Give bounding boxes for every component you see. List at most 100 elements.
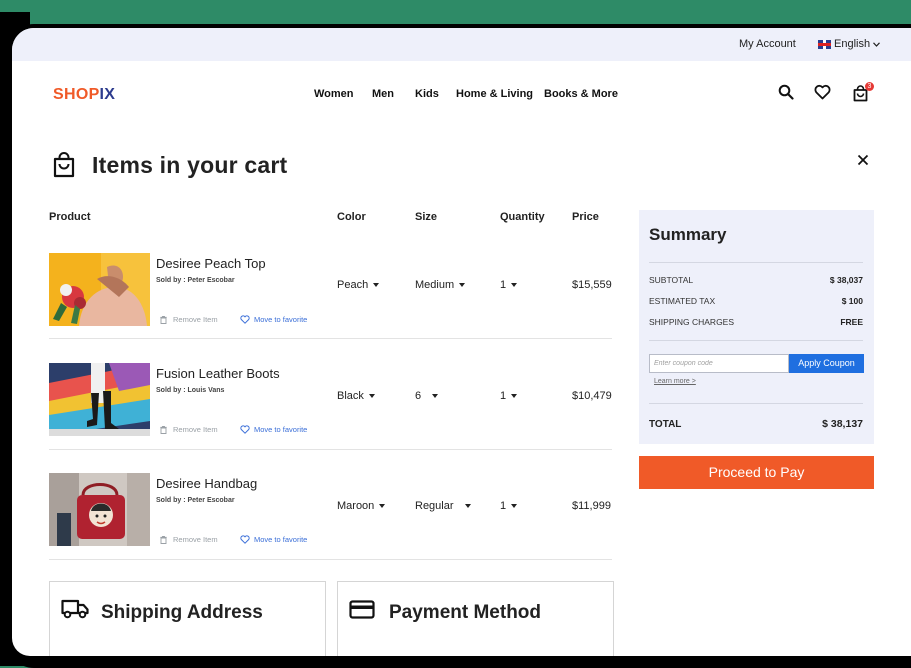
cart-count-badge: 3 <box>865 82 874 91</box>
move-to-favorite-label: Move to favorite <box>254 425 308 434</box>
close-icon[interactable] <box>857 154 869 166</box>
caret-down-icon <box>511 504 518 508</box>
logo-part-ix: IX <box>99 86 116 103</box>
nav-home-living[interactable]: Home & Living <box>456 88 533 100</box>
apply-coupon-button[interactable]: Apply Coupon <box>789 354 864 373</box>
uk-flag-icon <box>818 39 831 49</box>
color-value: Maroon <box>337 500 375 512</box>
subtotal-value: $ 38,037 <box>829 275 863 285</box>
credit-card-icon <box>349 600 375 619</box>
remove-item-button[interactable]: Remove Item <box>160 535 218 544</box>
coupon-code-input[interactable] <box>649 354 789 373</box>
truck-icon <box>61 599 89 619</box>
color-value: Black <box>337 390 364 402</box>
nav-women[interactable]: Women <box>314 88 354 100</box>
payment-method-section[interactable]: Payment Method <box>337 581 614 656</box>
header-quantity: Quantity <box>500 211 545 223</box>
quantity-select[interactable]: 1 <box>500 500 518 512</box>
size-select[interactable]: 6 <box>415 390 439 402</box>
product-image-handbag[interactable] <box>49 473 150 546</box>
header-product: Product <box>49 211 91 223</box>
app-screen: My Account English SHOPIX Women Men Kids… <box>12 28 911 656</box>
shopix-logo[interactable]: SHOPIX <box>53 86 115 104</box>
heart-outline-icon <box>240 315 250 324</box>
nav-men[interactable]: Men <box>372 88 394 100</box>
remove-item-label: Remove Item <box>173 535 218 544</box>
summary-divider <box>649 403 863 404</box>
product-seller: Sold by : Louis Vans <box>156 387 225 394</box>
size-value: Regular <box>415 500 454 512</box>
quantity-value: 1 <box>500 500 507 512</box>
color-select[interactable]: Maroon <box>337 500 386 512</box>
total-value: $ 38,137 <box>822 418 863 430</box>
product-name[interactable]: Fusion Leather Boots <box>156 366 280 381</box>
language-selector[interactable]: English <box>818 38 881 50</box>
top-utility-bar: My Account English <box>12 28 911 61</box>
caret-down-icon <box>459 283 466 287</box>
remove-item-button[interactable]: Remove Item <box>160 425 218 434</box>
shopping-bag-icon <box>53 152 75 178</box>
trash-icon <box>160 535 167 544</box>
caret-down-icon <box>511 283 518 287</box>
language-label: English <box>834 38 871 50</box>
caret-down-icon <box>379 504 386 508</box>
row-divider <box>49 449 612 450</box>
color-value: Peach <box>337 279 369 291</box>
payment-method-title: Payment Method <box>389 602 542 623</box>
total-label: TOTAL <box>649 419 682 430</box>
summary-divider <box>649 340 863 341</box>
subtotal-label: SUBTOTAL <box>649 275 694 285</box>
trash-icon <box>160 315 167 324</box>
quantity-select[interactable]: 1 <box>500 279 518 291</box>
nav-kids[interactable]: Kids <box>415 88 439 100</box>
shipping-address-title: Shipping Address <box>101 602 263 623</box>
heart-icon[interactable] <box>814 84 831 100</box>
chevron-down-icon <box>873 41 881 47</box>
item-price: $11,999 <box>572 500 611 512</box>
move-to-favorite-label: Move to favorite <box>254 315 308 324</box>
product-name[interactable]: Desiree Peach Top <box>156 256 266 271</box>
header-color: Color <box>337 211 366 223</box>
shipping-address-section[interactable]: Shipping Address <box>49 581 326 656</box>
move-to-favorite-button[interactable]: Move to favorite <box>240 315 307 324</box>
logo-part-shop: SHOP <box>53 86 100 103</box>
remove-item-button[interactable]: Remove Item <box>160 315 218 324</box>
quantity-select[interactable]: 1 <box>500 390 518 402</box>
remove-item-label: Remove Item <box>173 315 218 324</box>
tax-value: $ 100 <box>841 296 863 306</box>
header-size: Size <box>415 211 438 223</box>
size-select[interactable]: Medium <box>415 279 466 291</box>
product-name[interactable]: Desiree Handbag <box>156 476 257 491</box>
caret-down-icon <box>432 394 439 398</box>
move-to-favorite-button[interactable]: Move to favorite <box>240 425 307 434</box>
order-summary-panel: Summary SUBTOTAL $ 38,037 ESTIMATED TAX … <box>639 210 874 444</box>
heart-outline-icon <box>240 535 250 544</box>
row-divider <box>49 338 612 339</box>
tax-label: ESTIMATED TAX <box>649 296 716 306</box>
my-account-link[interactable]: My Account <box>739 38 796 50</box>
quantity-value: 1 <box>500 279 507 291</box>
product-image-leather-boots[interactable] <box>49 363 150 436</box>
header-price: Price <box>572 211 599 223</box>
summary-divider <box>649 262 863 263</box>
nav-books-more[interactable]: Books & More <box>544 88 618 100</box>
cart-title: Items in your cart <box>92 152 288 178</box>
row-divider <box>49 559 612 560</box>
size-value: Medium <box>415 279 455 291</box>
learn-more-link[interactable]: Learn more > <box>654 378 696 385</box>
search-icon[interactable] <box>778 84 794 100</box>
size-select[interactable]: Regular <box>415 500 471 512</box>
shipping-charges-value: FREE <box>840 317 863 327</box>
caret-down-icon <box>464 504 471 508</box>
product-image-peach-top[interactable] <box>49 253 150 326</box>
product-seller: Sold by : Peter Escobar <box>156 277 235 284</box>
item-price: $15,559 <box>572 279 612 291</box>
move-to-favorite-button[interactable]: Move to favorite <box>240 535 307 544</box>
shipping-charges-label: SHIPPING CHARGES <box>649 317 735 327</box>
caret-down-icon <box>511 394 518 398</box>
color-select[interactable]: Black <box>337 390 375 402</box>
trash-icon <box>160 425 167 434</box>
proceed-to-pay-button[interactable]: Proceed to Pay <box>639 456 874 489</box>
caret-down-icon <box>368 394 375 398</box>
color-select[interactable]: Peach <box>337 279 380 291</box>
